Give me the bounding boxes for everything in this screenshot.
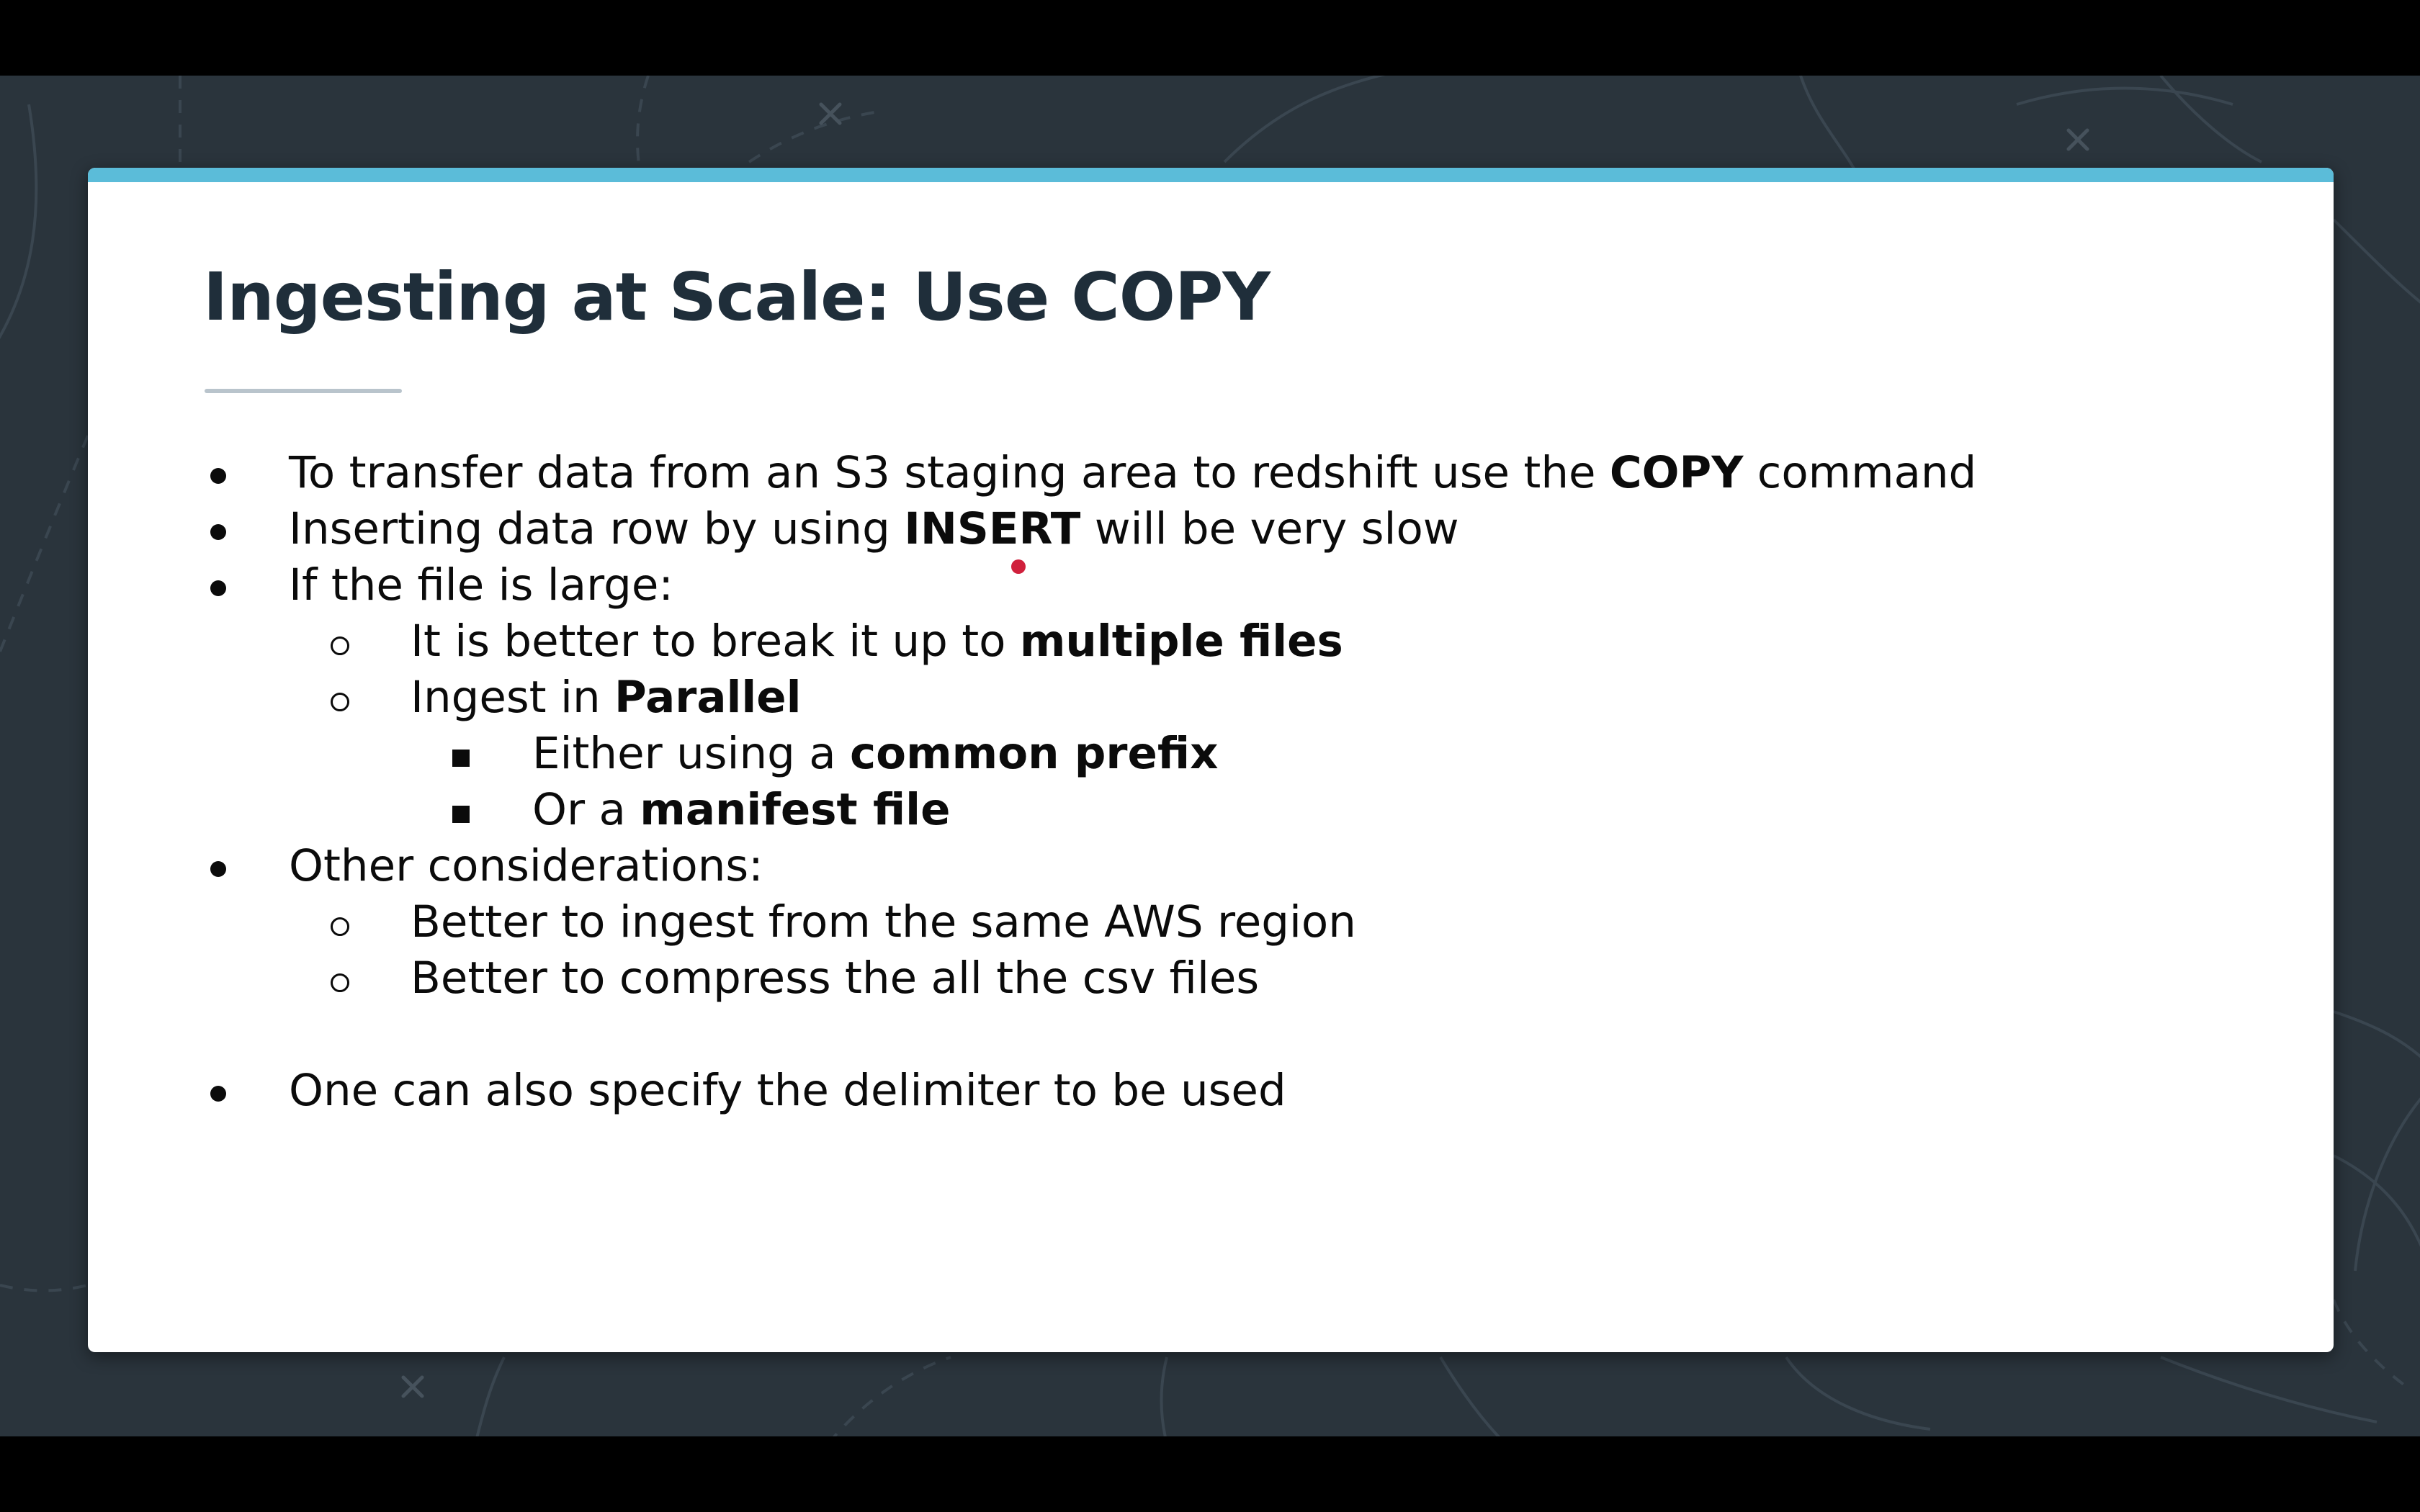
bullet-plain-text: If the file is large: xyxy=(289,559,673,611)
square-bullet-icon xyxy=(445,782,481,838)
bullet-item: Better to compress the all the csv files xyxy=(88,950,2249,1007)
bullet-text: Or a manifest file xyxy=(532,782,950,838)
disc-bullet-icon xyxy=(203,557,239,613)
presentation-slide: Ingesting at Scale: Use COPY To transfer… xyxy=(88,168,2334,1352)
bullet-bold-text: COPY xyxy=(1609,447,1744,498)
bullet-text: It is better to break it up to multiple … xyxy=(411,613,1343,670)
bullet-item: Inserting data row by using INSERT will … xyxy=(88,501,2249,557)
bullet-text: Better to ingest from the same AWS regio… xyxy=(411,894,1356,950)
bullet-item: It is better to break it up to multiple … xyxy=(88,613,2249,670)
bullet-plain-text: Ingest in xyxy=(411,672,614,723)
bullet-plain-text: It is better to break it up to xyxy=(411,616,1020,667)
bullet-plain-text: command xyxy=(1743,447,1977,498)
bullet-bold-text: Parallel xyxy=(614,672,802,723)
circle-bullet-icon xyxy=(323,613,359,670)
bullet-plain-text: will be very slow xyxy=(1080,503,1459,554)
bullet-text: To transfer data from an S3 staging area… xyxy=(289,445,1976,501)
bullet-item: To transfer data from an S3 staging area… xyxy=(88,445,2249,501)
bullet-item: Better to ingest from the same AWS regio… xyxy=(88,894,2249,950)
bullet-item: If the file is large: xyxy=(88,557,2249,613)
disc-bullet-icon xyxy=(203,1063,239,1119)
disc-bullet-icon xyxy=(203,838,239,894)
bullet-plain-text: One can also specify the delimiter to be… xyxy=(289,1065,1286,1116)
video-frame: Ingesting at Scale: Use COPY To transfer… xyxy=(0,0,2420,1512)
bullet-bold-text: multiple files xyxy=(1019,616,1343,667)
bullet-text: Inserting data row by using INSERT will … xyxy=(289,501,1459,557)
circle-bullet-icon xyxy=(323,950,359,1007)
bullet-list: To transfer data from an S3 staging area… xyxy=(88,168,2334,1352)
bullet-item: Either using a common prefix xyxy=(88,726,2249,782)
bullet-plain-text: To transfer data from an S3 staging area… xyxy=(289,447,1610,498)
bullet-text: If the file is large: xyxy=(289,557,673,613)
bullet-text: Other considerations: xyxy=(289,838,763,894)
disc-bullet-icon xyxy=(203,501,239,557)
bullet-text: Either using a common prefix xyxy=(532,726,1218,782)
bullet-item: Or a manifest file xyxy=(88,782,2249,838)
bullet-bold-text: INSERT xyxy=(904,503,1081,554)
laser-pointer-dot-icon xyxy=(1011,559,1026,574)
bullet-item: One can also specify the delimiter to be… xyxy=(88,1063,2249,1119)
square-bullet-icon xyxy=(445,726,481,782)
bullet-bold-text: manifest file xyxy=(640,784,951,835)
bullet-plain-text: Or a xyxy=(532,784,640,835)
bullet-plain-text: Either using a xyxy=(532,728,850,779)
bullet-text: Ingest in Parallel xyxy=(411,670,802,726)
circle-bullet-icon xyxy=(323,894,359,950)
circle-bullet-icon xyxy=(323,670,359,726)
disc-bullet-icon xyxy=(203,445,239,501)
bullet-item: Ingest in Parallel xyxy=(88,670,2249,726)
bullet-text: Better to compress the all the csv files xyxy=(411,950,1259,1007)
bullet-bold-text: common prefix xyxy=(850,728,1219,779)
bullet-plain-text: Better to ingest from the same AWS regio… xyxy=(411,896,1356,948)
bullet-plain-text: Other considerations: xyxy=(289,840,763,891)
bullet-plain-text: Better to compress the all the csv files xyxy=(411,953,1260,1004)
bullet-plain-text: Inserting data row by using xyxy=(289,503,905,554)
bullet-item: Other considerations: xyxy=(88,838,2249,894)
bullet-text: One can also specify the delimiter to be… xyxy=(289,1063,1286,1119)
